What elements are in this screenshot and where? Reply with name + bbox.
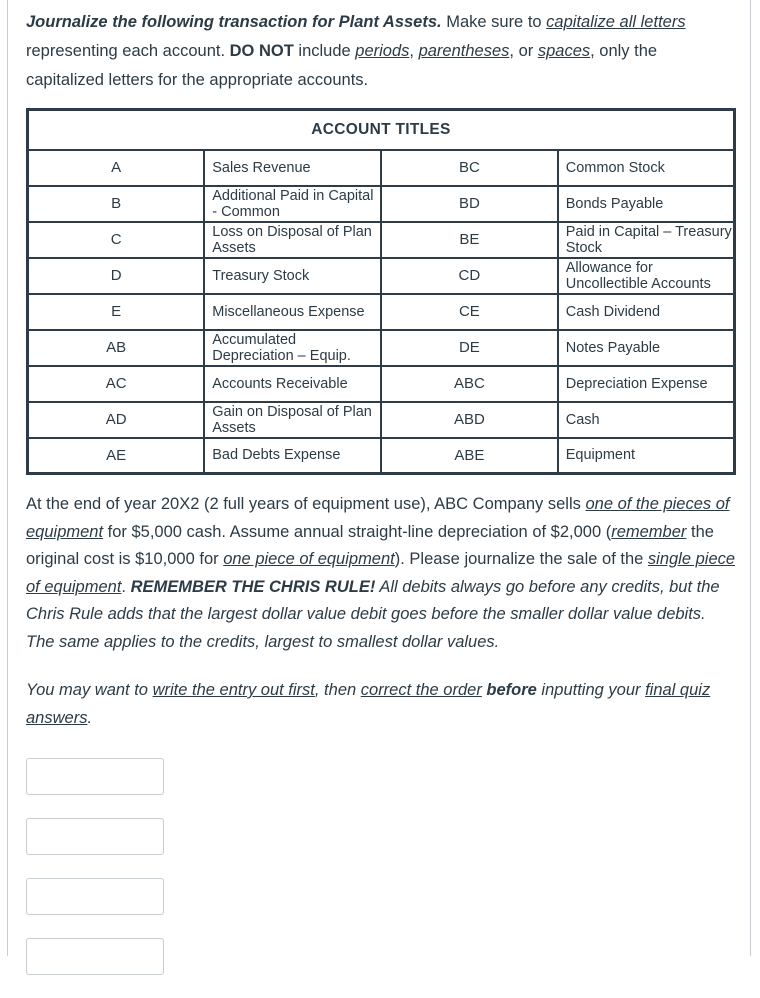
scenario-text-1: At the end of year 20X2 (2 full years of…: [26, 495, 586, 513]
table-row: C Loss on Disposal of Plan Assets BE Pai…: [26, 220, 736, 259]
account-code-right: CD: [380, 256, 559, 295]
account-code-right: ABD: [380, 400, 559, 439]
account-code-left: AC: [26, 364, 206, 403]
account-name-right: Bonds Payable: [556, 184, 736, 223]
account-name-left: Bad Debts Expense: [203, 436, 382, 475]
account-code-right: BD: [380, 184, 559, 223]
scenario-text-5: .: [121, 577, 131, 596]
account-code-right: BC: [380, 148, 559, 187]
hint-text-2: , then: [314, 681, 361, 699]
hint-text-3: inputting your: [536, 681, 646, 699]
account-code-right: ABE: [380, 436, 559, 475]
account-name-left: Additional Paid in Capital - Common: [203, 184, 382, 223]
hint-emphasis-write-entry: write the entry out first: [152, 681, 315, 699]
answer-input-3[interactable]: [26, 878, 164, 915]
instruction-text-1: Make sure to: [441, 13, 547, 31]
account-code-left: AE: [26, 436, 206, 475]
account-code-left: AB: [26, 328, 206, 367]
account-name-right: Cash: [556, 400, 736, 439]
scenario-emphasis-one-piece: one piece of equipment: [223, 550, 395, 568]
instruction-emphasis-donot: DO NOT: [229, 42, 294, 60]
table-header-row: ACCOUNT TITLES: [26, 108, 736, 151]
table-row: AC Accounts Receivable ABC Depreciation …: [26, 364, 736, 403]
account-titles-table: ACCOUNT TITLES A Sales Revenue BC Common…: [26, 108, 736, 475]
scenario-paragraph: At the end of year 20X2 (2 full years of…: [26, 491, 738, 656]
account-name-left: Treasury Stock: [203, 256, 382, 295]
instruction-emphasis-periods: periods: [355, 42, 410, 60]
account-name-right: Equipment: [556, 436, 736, 475]
account-code-left: A: [26, 148, 206, 187]
instruction-emphasis-spaces: spaces: [537, 42, 591, 60]
answer-input-1[interactable]: [26, 758, 164, 795]
instruction-text-4: ,: [409, 42, 419, 60]
account-name-right: Depreciation Expense: [556, 364, 736, 403]
account-code-left: AD: [26, 400, 206, 439]
account-name-left: Accumulated Depreciation – Equip.: [203, 328, 382, 367]
left-pane-rule: [7, 0, 8, 956]
instruction-emphasis-capitalize: capitalize all letters: [546, 13, 686, 31]
account-titles-header: ACCOUNT TITLES: [26, 108, 736, 151]
answer-inputs-group: [26, 758, 738, 975]
scenario-chris-rule-callout: REMEMBER THE CHRIS RULE!: [130, 577, 376, 596]
table-row: AD Gain on Disposal of Plan Assets ABD C…: [26, 400, 736, 439]
answer-input-4[interactable]: [26, 938, 164, 975]
instruction-paragraph: Journalize the following transaction for…: [26, 0, 738, 95]
account-name-left: Loss on Disposal of Plan Assets: [203, 220, 382, 259]
account-code-left: B: [26, 184, 206, 223]
instruction-text-5: , or: [509, 42, 538, 60]
question-content: Journalize the following transaction for…: [26, 0, 738, 998]
table-row: E Miscellaneous Expense CE Cash Dividend: [26, 292, 736, 331]
account-code-left: C: [26, 220, 206, 259]
answer-input-2[interactable]: [26, 818, 164, 855]
account-name-left: Gain on Disposal of Plan Assets: [203, 400, 382, 439]
account-name-left: Miscellaneous Expense: [203, 292, 382, 331]
table-row: AE Bad Debts Expense ABE Equipment: [26, 436, 736, 475]
account-name-right: Allowance for Uncollectible Accounts: [556, 256, 736, 295]
account-code-right: CE: [380, 292, 559, 331]
table-row: A Sales Revenue BC Common Stock: [26, 148, 736, 187]
account-code-right: DE: [380, 328, 559, 367]
table-row: B Additional Paid in Capital - Common BD…: [26, 184, 736, 223]
instruction-text-3: include: [293, 42, 356, 60]
scenario-text-2: for $5,000 cash. Assume annual straight-…: [103, 522, 612, 541]
right-pane-rule: [750, 0, 751, 956]
hint-emphasis-before: before: [481, 681, 537, 699]
account-code-right: BE: [380, 220, 559, 259]
account-code-right: ABC: [380, 364, 559, 403]
account-name-right: Cash Dividend: [556, 292, 736, 331]
account-code-left: E: [26, 292, 206, 331]
instruction-text-2: representing each account.: [26, 42, 230, 60]
account-code-left: D: [26, 256, 206, 295]
account-name-left: Accounts Receivable: [203, 364, 382, 403]
hint-emphasis-correct-order: correct the order: [360, 681, 482, 699]
table-row: AB Accumulated Depreciation – Equip. DE …: [26, 328, 736, 367]
account-name-right: Notes Payable: [556, 328, 736, 367]
account-name-right: Paid in Capital – Treasury Stock: [556, 220, 736, 259]
account-titles-body: A Sales Revenue BC Common Stock B Additi…: [26, 148, 736, 475]
account-name-right: Common Stock: [556, 148, 736, 187]
hint-text-1: You may want to: [26, 681, 153, 699]
scenario-emphasis-remember: remember: [611, 522, 687, 541]
hint-text-4: .: [87, 708, 93, 727]
hint-paragraph: You may want to write the entry out firs…: [26, 677, 738, 732]
scenario-text-4: ). Please journalize the sale of the: [394, 550, 648, 568]
instruction-lead: Journalize the following transaction for…: [26, 13, 442, 31]
table-row: D Treasury Stock CD Allowance for Uncoll…: [26, 256, 736, 295]
account-name-left: Sales Revenue: [203, 148, 382, 187]
instruction-emphasis-parentheses: parentheses: [418, 42, 510, 60]
